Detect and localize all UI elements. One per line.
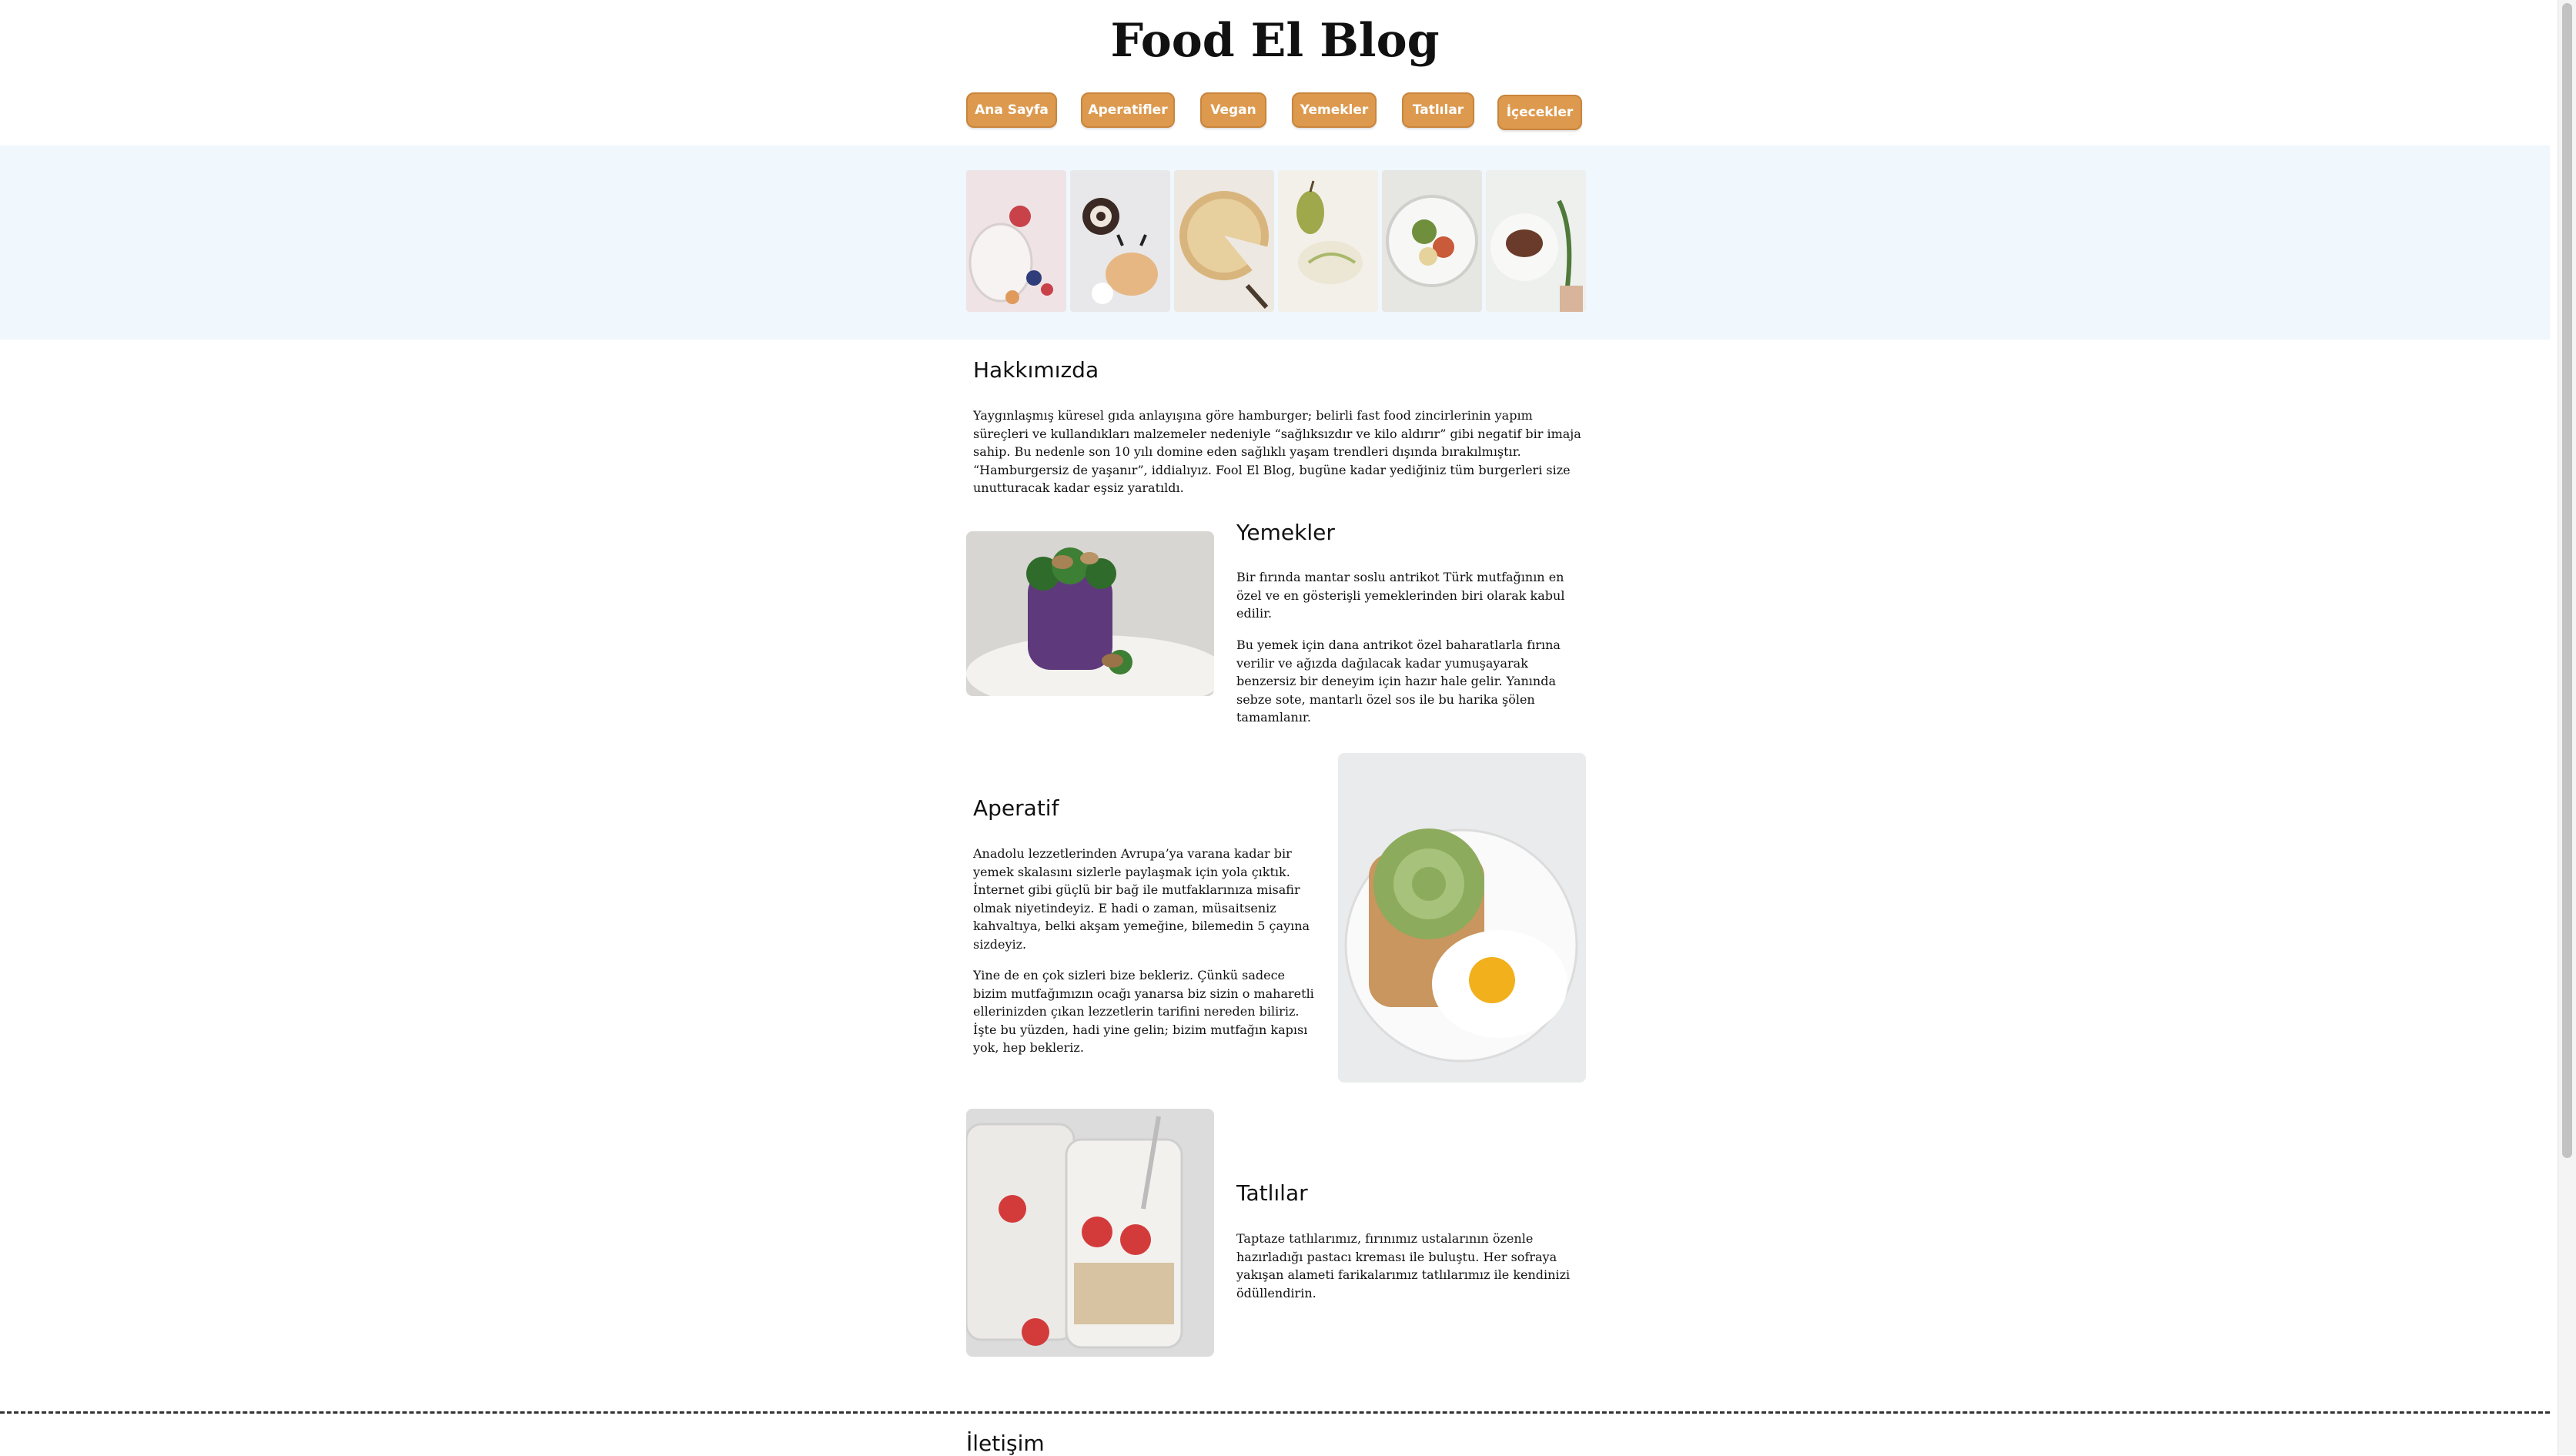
nav-aperatifler-button[interactable]: Aperatifler (1081, 92, 1175, 128)
gallery-image-grilled-plate[interactable] (1486, 170, 1586, 312)
main-nav: Ana Sayfa Aperatifler Vegan Yemekler Tat… (966, 92, 1586, 131)
about-text: Yaygınlaşmış küresel gıda anlayışına gör… (973, 408, 1581, 495)
about-title: Hakkımızda (973, 357, 1099, 383)
aperatif-image (1338, 753, 1586, 1083)
aperatif-title: Aperatif (973, 795, 1059, 821)
gallery-image-pear-salad[interactable] (1278, 170, 1378, 312)
nav-yemekler-button[interactable]: Yemekler (1292, 92, 1377, 128)
nav-vegan-button[interactable]: Vegan (1200, 92, 1266, 128)
site-title: Food El Blog (1110, 14, 1440, 68)
aperatif-text-2: Yine de en çok sizleri bize bekleriz. Çü… (973, 968, 1314, 1055)
gallery-image-fruit-jar[interactable] (966, 170, 1066, 312)
scrollbar-thumb[interactable] (2562, 3, 2572, 1158)
tatlilar-image (966, 1109, 1214, 1357)
yemekler-text-1: Bir fırında mantar soslu antrikot Türk m… (1236, 570, 1565, 621)
contact-title: İletişim (966, 1431, 1045, 1456)
gallery-image-tart[interactable] (1174, 170, 1274, 312)
tatlilar-text: Taptaze tatlılarımız, fırınımız ustaları… (1236, 1231, 1571, 1300)
yemekler-image (966, 531, 1214, 696)
yemekler-text-2: Bu yemek için dana antrikot özel baharat… (1236, 638, 1561, 725)
nav-tatlilar-button[interactable]: Tatlılar (1402, 92, 1474, 128)
thumbnail-gallery (966, 170, 1586, 312)
tatlilar-title: Tatlılar (1236, 1180, 1308, 1206)
nav-icecekler-button[interactable]: İçecekler (1497, 95, 1582, 130)
gallery-image-roll-cake[interactable] (1070, 170, 1170, 312)
aperatif-text-1: Anadolu lezzetlerinden Avrupa’ya varana … (973, 846, 1310, 952)
yemekler-title: Yemekler (1236, 520, 1335, 545)
page: Food El Blog Ana Sayfa Aperatifler Vegan… (0, 0, 2550, 1456)
vertical-scrollbar[interactable] (2558, 0, 2576, 1455)
footer-divider (0, 1411, 2550, 1414)
gallery-image-salad-bowl[interactable] (1382, 170, 1482, 312)
nav-ana-sayfa-button[interactable]: Ana Sayfa (966, 92, 1057, 128)
